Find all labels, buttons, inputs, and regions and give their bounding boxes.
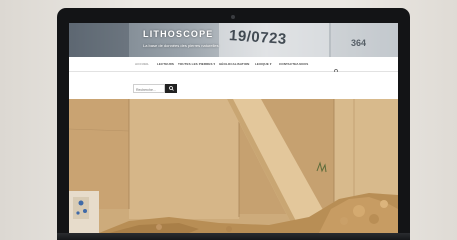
nav-item-contactez-nous[interactable]: CONTACTEZ-NOUS xyxy=(279,62,308,66)
laptop-frame: 19/0723 364 LITHOSCOPE La base de donnée… xyxy=(57,8,410,240)
chevron-down-icon: ▾ xyxy=(269,62,272,66)
site-description: La base de données des pierres naturelle… xyxy=(143,43,219,48)
nav-item-lexique[interactable]: LEXIQUE ▾ xyxy=(255,62,271,66)
nav-item-label: TOUTES LES PIERRES xyxy=(178,62,213,66)
site-title[interactable]: LITHOSCOPE xyxy=(143,29,214,39)
nav-item-geolocalisation[interactable]: GÉOLOCALISATION xyxy=(219,62,249,66)
laptop-base xyxy=(57,233,410,240)
search-icon[interactable] xyxy=(334,61,339,74)
header-block-number-secondary: 364 xyxy=(351,38,367,48)
browser-screen: 19/0723 364 LITHOSCOPE La base de donnée… xyxy=(69,23,398,233)
nav-item-lecteurs[interactable]: LECTEURS xyxy=(157,62,174,66)
webcam xyxy=(231,15,235,19)
main-navigation: ACCUEIL LECTEURS TOUTES LES PIERRES ▾ GÉ… xyxy=(69,57,398,74)
site-header: 19/0723 364 LITHOSCOPE La base de donnée… xyxy=(69,23,398,57)
nav-item-label: LEXIQUE xyxy=(255,62,269,66)
search-section xyxy=(69,72,398,99)
search-input[interactable] xyxy=(133,84,165,93)
nav-item-accueil[interactable]: ACCUEIL xyxy=(135,62,149,66)
chevron-down-icon: ▾ xyxy=(213,62,216,66)
search-button[interactable] xyxy=(165,84,177,93)
nav-item-toutes-les-pierres[interactable]: TOUTES LES PIERRES ▾ xyxy=(178,62,215,66)
search-icon xyxy=(168,86,174,91)
hero-image-quarry xyxy=(69,99,398,233)
